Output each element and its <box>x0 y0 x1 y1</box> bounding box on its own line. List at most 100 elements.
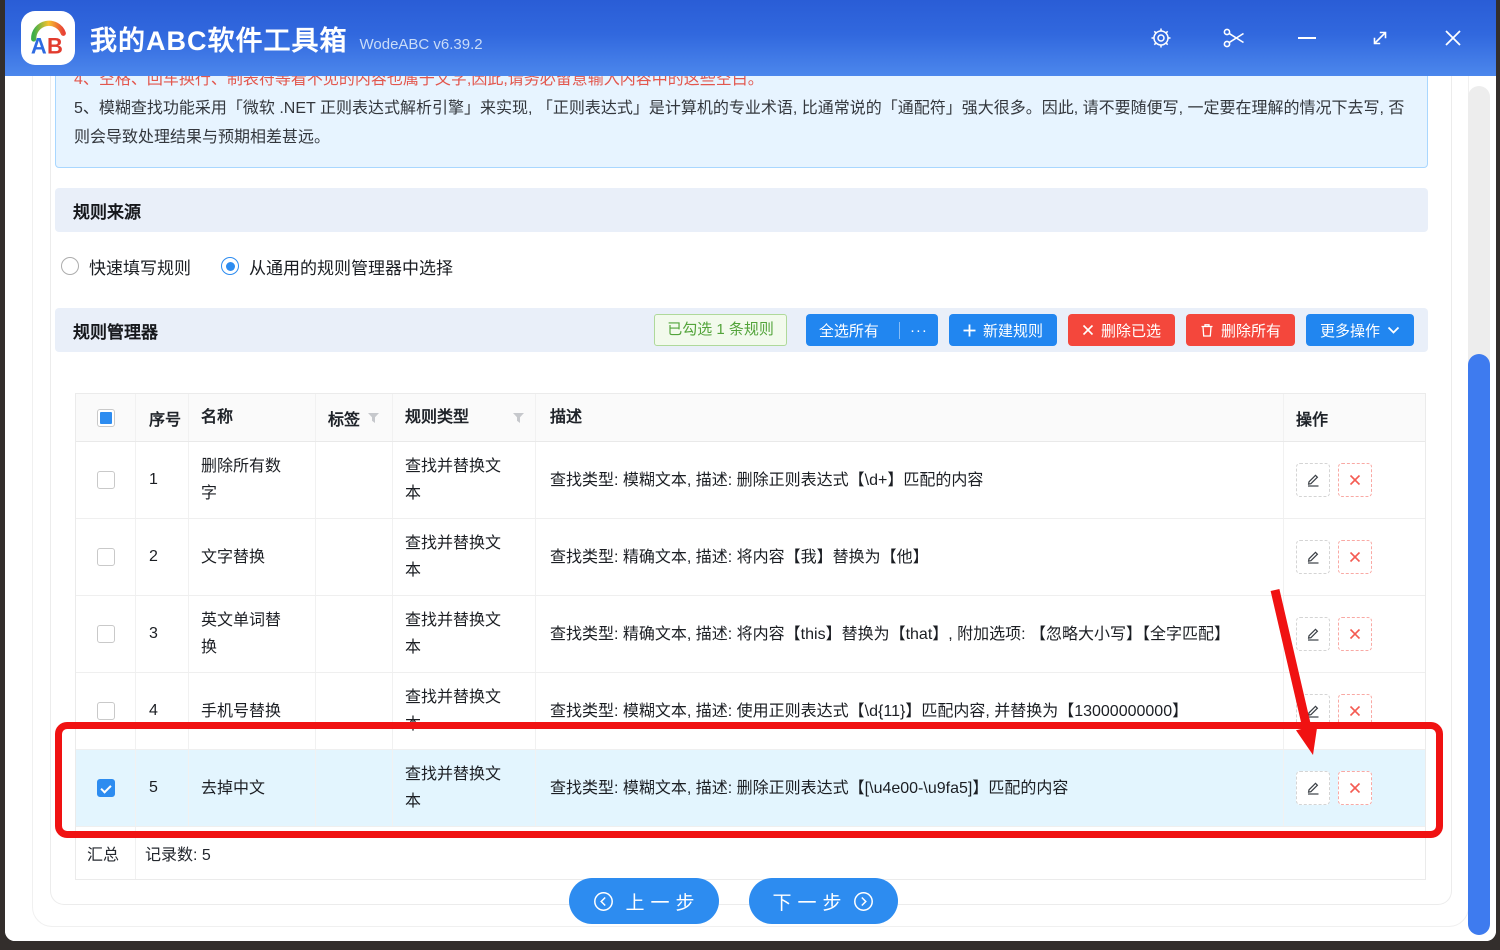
wizard-footer: 上一步 下一步 <box>5 878 1462 924</box>
cell-no: 1 <box>136 442 189 518</box>
select-all-button[interactable]: 全选所有 ··· <box>806 314 938 346</box>
cell-name: 英文单词替换 <box>189 596 316 672</box>
page-content: 4、空格、回车换行、制表符等看不见的内容也属于文字,因此,请务必留意输入内容中的… <box>5 76 1496 941</box>
header-name: 名称 <box>189 394 316 441</box>
app-logo: A B <box>21 11 75 65</box>
select-all-more-icon[interactable]: ··· <box>899 322 938 339</box>
red-x-icon <box>1348 704 1362 718</box>
cell-no: 3 <box>136 596 189 672</box>
table-row: 2 文字替换 查找并替换文本 查找类型: 精确文本, 描述: 将内容【我】替换为… <box>76 519 1425 596</box>
cell-desc: 查找类型: 精确文本, 描述: 将内容【this】替换为【that】, 附加选项… <box>536 596 1284 672</box>
pencil-icon <box>1305 626 1321 642</box>
filter-funnel-icon[interactable] <box>367 412 380 424</box>
cell-name: 文字替换 <box>189 519 316 595</box>
row-checkbox[interactable] <box>97 625 115 643</box>
rule-source-header: 规则来源 <box>55 188 1428 232</box>
table-row: 1 删除所有数字 查找并替换文本 查找类型: 模糊文本, 描述: 删除正则表达式… <box>76 442 1425 519</box>
red-x-icon <box>1348 473 1362 487</box>
notice-line: 5、模糊查找功能采用「微软 .NET 正则表达式解析引擎」来实现, 「正则表达式… <box>74 94 1409 152</box>
header-ops: 操作 <box>1284 394 1425 441</box>
row-checkbox[interactable] <box>97 471 115 489</box>
cell-no: 5 <box>136 750 189 826</box>
row-checkbox-checked[interactable] <box>97 779 115 797</box>
resize-icon[interactable] <box>1367 25 1393 51</box>
settings-gear-icon[interactable] <box>1148 25 1174 51</box>
row-checkbox[interactable] <box>97 548 115 566</box>
delete-selected-button[interactable]: 删除已选 <box>1068 314 1175 346</box>
vertical-scrollbar[interactable] <box>1468 86 1490 935</box>
circle-chevron-left-icon <box>593 891 614 912</box>
header-no: 序号 <box>136 394 189 441</box>
table-row-selected: 5 去掉中文 查找并替换文本 查找类型: 模糊文本, 描述: 删除正则表达式【[… <box>76 750 1425 827</box>
scissors-icon[interactable] <box>1221 25 1247 51</box>
close-icon[interactable] <box>1440 25 1466 51</box>
header-type: 规则类型 <box>393 394 536 441</box>
trash-icon <box>1200 323 1214 338</box>
table-summary-row: 汇总 记录数: 5 <box>76 827 1425 879</box>
notice-clipped-line: 4、空格、回车换行、制表符等看不见的内容也属于文字,因此,请务必留意输入内容中的… <box>74 76 1409 94</box>
red-x-icon <box>1348 781 1362 795</box>
summary-label: 汇总 <box>76 827 136 879</box>
edit-rule-button[interactable] <box>1296 540 1330 574</box>
edit-rule-button[interactable] <box>1296 463 1330 497</box>
minimize-icon[interactable] <box>1294 25 1320 51</box>
cell-no: 4 <box>136 673 189 749</box>
edit-rule-button[interactable] <box>1296 771 1330 805</box>
filter-funnel-icon[interactable] <box>512 412 525 424</box>
cell-name: 去掉中文 <box>189 750 316 826</box>
cell-type: 查找并替换文本 <box>393 519 536 595</box>
radio-quick-fill-label[interactable]: 快速填写规则 <box>89 254 191 279</box>
edit-rule-button[interactable] <box>1296 617 1330 651</box>
radio-from-manager[interactable] <box>221 257 239 275</box>
cell-type: 查找并替换文本 <box>393 750 536 826</box>
circle-chevron-right-icon <box>853 891 874 912</box>
checked-count-badge: 已勾选 1 条规则 <box>654 314 787 346</box>
cell-no: 2 <box>136 519 189 595</box>
delete-all-button[interactable]: 删除所有 <box>1186 314 1295 346</box>
cell-tag <box>316 750 393 826</box>
app-title: 我的ABC软件工具箱 <box>90 19 348 58</box>
svg-text:B: B <box>47 33 63 58</box>
app-version: WodeABC v6.39.2 <box>360 36 483 53</box>
cell-name: 删除所有数字 <box>189 442 316 518</box>
rule-source-options: 快速填写规则 从通用的规则管理器中选择 <box>61 244 1451 288</box>
rule-manager-title: 规则管理器 <box>73 318 158 343</box>
svg-text:A: A <box>31 33 47 58</box>
radio-quick-fill[interactable] <box>61 257 79 275</box>
delete-rule-button[interactable] <box>1338 540 1372 574</box>
select-all-checkbox[interactable] <box>97 409 115 427</box>
radio-from-manager-label[interactable]: 从通用的规则管理器中选择 <box>249 254 453 279</box>
cell-name: 手机号替换 <box>189 673 316 749</box>
next-step-button[interactable]: 下一步 <box>749 878 898 924</box>
summary-value: 记录数: 5 <box>136 827 1425 879</box>
cell-tag <box>316 596 393 672</box>
row-checkbox[interactable] <box>97 702 115 720</box>
more-actions-button[interactable]: 更多操作 <box>1306 314 1414 346</box>
new-rule-button[interactable]: 新建规则 <box>949 314 1057 346</box>
delete-rule-button[interactable] <box>1338 617 1372 651</box>
red-x-icon <box>1348 550 1362 564</box>
cell-desc: 查找类型: 模糊文本, 描述: 使用正则表达式【\d{11}】匹配内容, 并替换… <box>536 673 1284 749</box>
prev-step-button[interactable]: 上一步 <box>569 878 718 924</box>
plus-icon <box>963 324 976 337</box>
pencil-icon <box>1305 472 1321 488</box>
edit-rule-button[interactable] <box>1296 694 1330 728</box>
pencil-icon <box>1305 780 1321 796</box>
wizard-panel: 4、空格、回车换行、制表符等看不见的内容也属于文字,因此,请务必留意输入内容中的… <box>50 76 1452 905</box>
chevron-down-icon <box>1387 326 1400 334</box>
pencil-icon <box>1305 549 1321 565</box>
scrollbar-thumb[interactable] <box>1468 354 1490 935</box>
delete-rule-button[interactable] <box>1338 771 1372 805</box>
rules-table: 序号 名称 标签 规则类型 描述 操作 <box>75 393 1426 880</box>
cell-tag <box>316 519 393 595</box>
notice-box: 4、空格、回车换行、制表符等看不见的内容也属于文字,因此,请务必留意输入内容中的… <box>55 76 1428 168</box>
delete-rule-button[interactable] <box>1338 463 1372 497</box>
cell-desc: 查找类型: 精确文本, 描述: 将内容【我】替换为【他】 <box>536 519 1284 595</box>
table-header-row: 序号 名称 标签 规则类型 描述 操作 <box>76 394 1425 442</box>
cell-desc: 查找类型: 模糊文本, 描述: 删除正则表达式【\d+】匹配的内容 <box>536 442 1284 518</box>
table-row: 3 英文单词替换 查找并替换文本 查找类型: 精确文本, 描述: 将内容【thi… <box>76 596 1425 673</box>
delete-rule-button[interactable] <box>1338 694 1372 728</box>
pencil-icon <box>1305 703 1321 719</box>
cell-type: 查找并替换文本 <box>393 673 536 749</box>
rule-source-title: 规则来源 <box>73 198 141 223</box>
